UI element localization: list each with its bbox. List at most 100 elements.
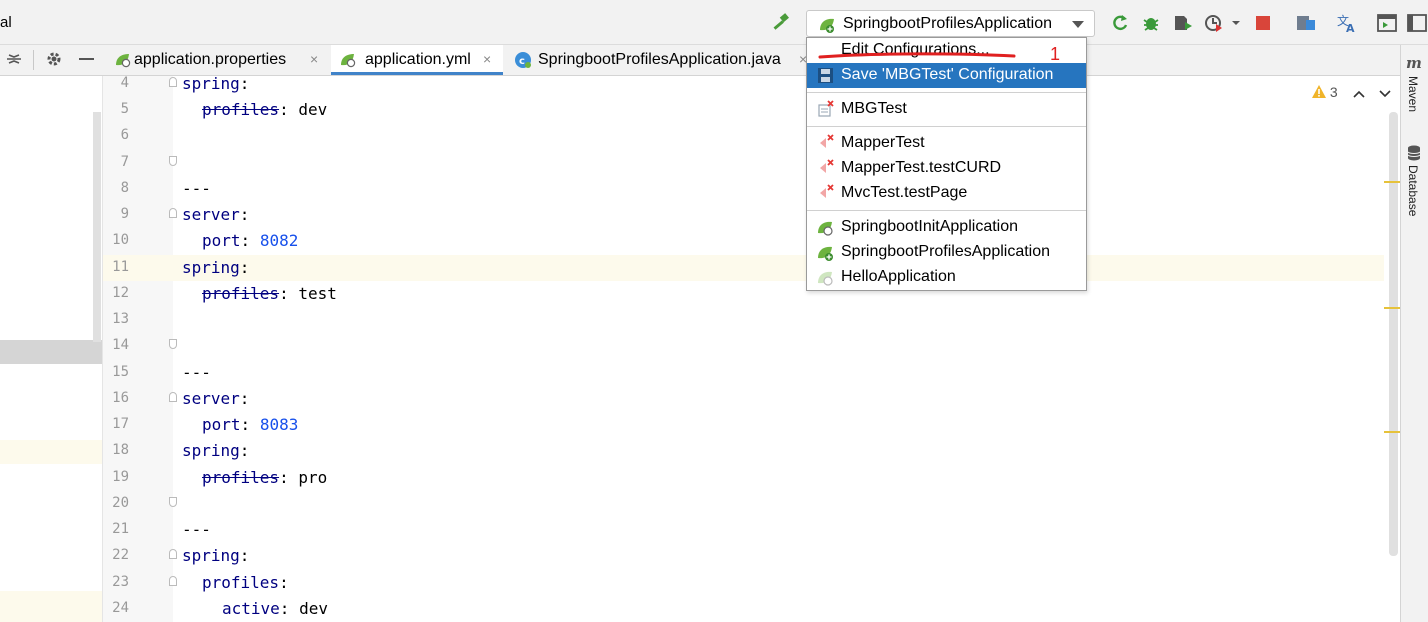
coverage-icon[interactable] [1172,13,1194,37]
yaml-key: spring [182,74,240,93]
run-configuration-selector[interactable]: SpringbootProfilesApplication [806,10,1095,37]
project-tree-row[interactable] [0,440,102,464]
code-line[interactable]: 14 [103,332,1384,358]
profiler-icon[interactable] [1204,13,1240,37]
database-tool-label[interactable]: Database [1406,165,1420,216]
yaml-colon: : [240,415,251,434]
yaml-colon: : [279,599,290,618]
yaml-key-deprecated: profiles [202,284,280,303]
fold-marker-icon[interactable] [169,576,177,586]
line-number: 23 [112,574,129,590]
translate-icon[interactable]: 文A [1336,12,1358,38]
gear-icon[interactable] [46,51,62,71]
code-line[interactable]: 7 [103,149,1384,175]
database-icon[interactable] [1407,145,1421,165]
spring-boot-running-icon [816,244,836,267]
code-line[interactable]: 11 spring: [103,254,1384,280]
yaml-key: spring [182,441,240,460]
minimize-icon[interactable] [79,58,94,60]
yaml-colon: : [239,546,250,565]
rerun-icon[interactable] [1110,13,1130,37]
collapse-all-icon[interactable] [6,51,22,71]
spring-boot-disabled-icon [816,269,836,292]
run-config-item[interactable]: MapperTest [807,131,1086,156]
run-config-item[interactable]: SpringbootInitApplication [807,215,1086,240]
project-panel-scrollbar[interactable] [93,112,101,342]
run-config-item[interactable]: MapperTest.testCURD [807,156,1086,181]
close-icon[interactable]: × [483,51,491,67]
test-config-error-icon [817,159,835,182]
panel-toggle-icon[interactable] [1407,14,1427,36]
code-line[interactable]: 8 --- [103,175,1384,201]
maven-tool-label[interactable]: Maven [1406,76,1420,112]
run-config-item[interactable]: MvcTest.testPage [807,181,1086,206]
fold-marker-icon[interactable] [169,77,177,87]
fold-marker-icon[interactable] [169,208,177,218]
close-icon[interactable]: × [310,51,318,67]
code-line[interactable]: 9 server: [103,201,1384,227]
inspection-widget[interactable]: 3 [1312,84,1338,100]
run-config-item[interactable]: SpringbootProfilesApplication [807,240,1086,265]
warning-stripe-marker[interactable] [1384,431,1400,433]
test-config-error-icon [817,184,835,207]
line-number: 15 [112,364,129,380]
code-line[interactable]: 16 server: [103,385,1384,411]
fold-marker-icon[interactable] [169,497,177,507]
menu-separator [807,92,1086,93]
fold-marker-icon[interactable] [169,156,177,166]
project-structure-icon[interactable] [1296,14,1316,36]
presentation-icon[interactable] [1377,14,1397,36]
menu-separator [807,126,1086,127]
code-line[interactable]: 18 spring: [103,437,1384,463]
chevron-up-icon[interactable] [1353,87,1365,103]
chevron-down-icon[interactable] [1379,87,1391,103]
yaml-key-deprecated: profiles [202,100,280,119]
fold-marker-icon[interactable] [169,339,177,349]
code-line[interactable]: 24 active: dev [103,595,1384,621]
save-configuration-item[interactable]: Save 'MBGTest' Configuration [807,63,1086,88]
warning-icon [1312,85,1326,98]
yaml-colon: : [240,231,251,250]
project-tree-selected-row[interactable] [0,340,102,364]
divider [33,50,34,70]
maven-icon[interactable]: m [1406,54,1422,72]
debug-bug-icon[interactable] [1141,13,1161,37]
stop-icon[interactable] [1256,16,1270,34]
project-tree-row[interactable] [0,591,102,622]
spring-boot-icon [817,16,837,38]
red-underline-annotation [818,52,1016,59]
code-line[interactable]: 22 spring: [103,542,1384,568]
line-number: 12 [112,285,129,301]
line-number: 11 [112,259,129,275]
code-line[interactable]: 23 profiles: [103,569,1384,595]
yaml-colon: : [239,258,250,277]
yaml-key: server [182,205,240,224]
yaml-key: profiles [202,573,280,592]
code-line[interactable]: 5 profiles: dev [103,96,1384,122]
code-line[interactable]: 19 profiles: pro [103,464,1384,490]
code-line[interactable]: 12 profiles: test [103,280,1384,306]
run-config-item[interactable]: HelloApplication [807,265,1086,290]
code-line[interactable]: 17 port: 8083 [103,411,1384,437]
editor-scrollbar[interactable] [1389,112,1398,556]
yaml-key: port [202,415,241,434]
fold-marker-icon[interactable] [169,392,177,402]
code-line[interactable]: 6 [103,122,1384,148]
code-line[interactable]: 13 [103,306,1384,332]
code-line[interactable]: 15 --- [103,359,1384,385]
warning-stripe-marker[interactable] [1384,307,1400,309]
yaml-value: dev [298,100,328,119]
yaml-colon: : [279,284,289,303]
run-config-item[interactable]: MBGTest [807,97,1086,122]
warning-count: 3 [1329,84,1338,100]
code-line[interactable]: 10 port: 8082 [103,227,1384,253]
yaml-key: server [182,389,240,408]
line-number: 16 [112,390,129,406]
code-line[interactable]: 20 [103,490,1384,516]
warning-stripe-marker[interactable] [1384,181,1400,183]
fold-marker-icon[interactable] [169,549,177,559]
build-hammer-icon[interactable] [771,13,791,37]
code-line[interactable]: 21 --- [103,516,1384,542]
yaml-key: port [202,231,241,250]
code-line[interactable]: 4 spring: [103,70,1384,96]
